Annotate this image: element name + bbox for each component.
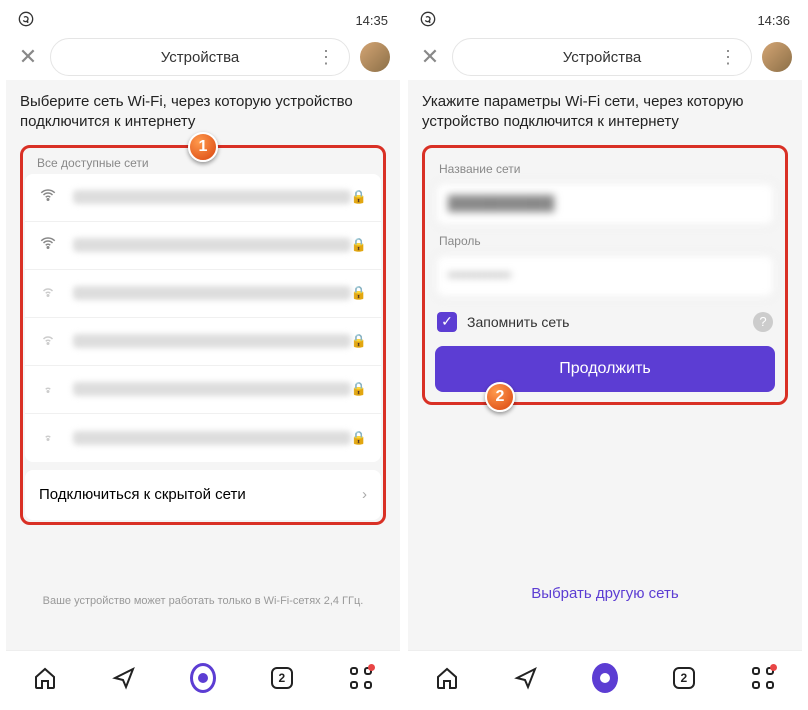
connect-hidden-network[interactable]: Подключиться к скрытой сети › <box>25 470 381 520</box>
screen-wifi-credentials: 14:36 ✕ Устройства ⋮ Укажите параметры W… <box>408 6 802 704</box>
status-bar: 14:35 <box>6 6 400 34</box>
status-bar: 14:36 <box>408 6 802 34</box>
clock: 14:35 <box>355 13 388 28</box>
avatar[interactable] <box>762 42 792 72</box>
network-row[interactable]: 🔒 <box>25 222 381 270</box>
ssid-label: Название сети <box>439 162 775 176</box>
network-name-blurred <box>73 334 351 348</box>
wifi-icon <box>39 186 59 209</box>
nav-tabs-icon[interactable]: 2 <box>671 665 697 691</box>
bottom-nav: 2 <box>408 650 802 704</box>
callout-badge-2: 2 <box>485 382 515 412</box>
close-icon[interactable]: ✕ <box>16 44 40 70</box>
lock-icon: 🔒 <box>351 381 367 397</box>
wifi-icon <box>39 282 59 305</box>
lock-icon: 🔒 <box>351 430 367 446</box>
network-name-blurred <box>73 431 351 445</box>
chevron-right-icon: › <box>362 486 367 503</box>
instruction-text: Укажите параметры Wi-Fi сети, через кото… <box>422 92 788 133</box>
nav-send-icon[interactable] <box>513 665 539 691</box>
hidden-network-label: Подключиться к скрытой сети <box>39 486 246 503</box>
network-row[interactable]: 🔒 <box>25 414 381 462</box>
password-label: Пароль <box>439 234 775 248</box>
highlight-wifi-list: 1 Все доступные сети 🔒 🔒 🔒 <box>20 145 386 525</box>
highlight-credentials-form: Название сети Пароль ✓ Запомнить сеть ? … <box>422 145 788 405</box>
page-title-pill[interactable]: Устройства ⋮ <box>50 38 350 76</box>
content: Выберите сеть Wi-Fi, через которую устро… <box>6 80 400 650</box>
network-row[interactable]: 🔒 <box>25 270 381 318</box>
nav-grid-icon[interactable] <box>750 665 776 691</box>
page-title: Устройства <box>161 49 239 66</box>
callout-badge-1: 1 <box>188 132 218 162</box>
wifi-icon <box>39 330 59 353</box>
network-name-blurred <box>73 190 351 204</box>
nav-grid-icon[interactable] <box>348 665 374 691</box>
nav-alice-icon[interactable] <box>190 665 216 691</box>
lock-icon: 🔒 <box>351 237 367 253</box>
whatsapp-icon <box>18 11 34 30</box>
avatar[interactable] <box>360 42 390 72</box>
wifi-icon <box>39 378 59 401</box>
content: Укажите параметры Wi-Fi сети, через кото… <box>408 80 802 650</box>
nav-home-icon[interactable] <box>32 665 58 691</box>
footer-note: Ваше устройство может работать только в … <box>20 595 386 607</box>
continue-button[interactable]: Продолжить <box>435 346 775 392</box>
close-icon[interactable]: ✕ <box>418 44 442 70</box>
help-icon[interactable]: ? <box>753 312 773 332</box>
kebab-icon[interactable]: ⋮ <box>719 47 737 68</box>
nav-alice-icon[interactable] <box>592 665 618 691</box>
password-input[interactable] <box>435 254 775 298</box>
ssid-input[interactable] <box>435 182 775 226</box>
network-row[interactable]: 🔒 <box>25 366 381 414</box>
network-list: 🔒 🔒 🔒 🔒 <box>25 174 381 462</box>
bottom-nav: 2 <box>6 650 400 704</box>
network-row[interactable]: 🔒 <box>25 174 381 222</box>
lock-icon: 🔒 <box>351 189 367 205</box>
network-name-blurred <box>73 382 351 396</box>
page-title-pill[interactable]: Устройства ⋮ <box>452 38 752 76</box>
app-header: ✕ Устройства ⋮ <box>6 34 400 80</box>
kebab-icon[interactable]: ⋮ <box>317 47 335 68</box>
remember-row: ✓ Запомнить сеть ? <box>437 312 773 332</box>
network-row[interactable]: 🔒 <box>25 318 381 366</box>
wifi-icon <box>39 234 59 257</box>
remember-checkbox[interactable]: ✓ <box>437 312 457 332</box>
wifi-icon <box>39 426 59 449</box>
network-name-blurred <box>73 238 351 252</box>
app-header: ✕ Устройства ⋮ <box>408 34 802 80</box>
page-title: Устройства <box>563 49 641 66</box>
remember-label: Запомнить сеть <box>467 314 753 330</box>
select-other-network-link[interactable]: Выбрать другую сеть <box>422 585 788 602</box>
lock-icon: 🔒 <box>351 333 367 349</box>
nav-tabs-icon[interactable]: 2 <box>269 665 295 691</box>
lock-icon: 🔒 <box>351 285 367 301</box>
nav-home-icon[interactable] <box>434 665 460 691</box>
clock: 14:36 <box>757 13 790 28</box>
nav-send-icon[interactable] <box>111 665 137 691</box>
whatsapp-icon <box>420 11 436 30</box>
instruction-text: Выберите сеть Wi-Fi, через которую устро… <box>20 92 386 133</box>
screen-wifi-select: 14:35 ✕ Устройства ⋮ Выберите сеть Wi-Fi… <box>6 6 400 704</box>
network-name-blurred <box>73 286 351 300</box>
